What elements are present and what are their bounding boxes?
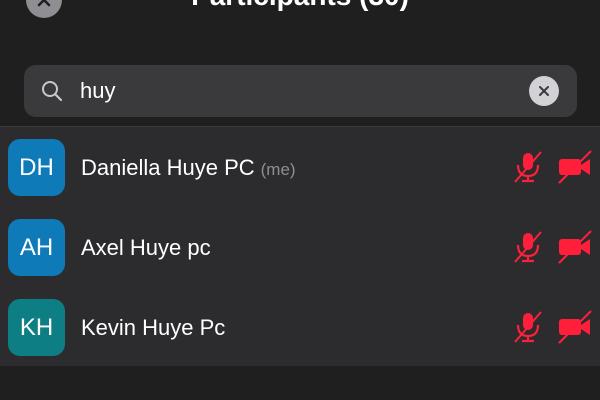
header: Participants (30) <box>0 0 600 50</box>
participant-name-text: Kevin Huye Pc <box>81 315 226 340</box>
search-icon <box>42 81 63 102</box>
participant-list: DH Daniella Huye PC (me) AH Axel Huye pc <box>0 126 600 366</box>
clear-search-button[interactable] <box>529 76 559 106</box>
participant-name: Daniella Huye PC (me) <box>81 155 296 181</box>
participant-row[interactable]: AH Axel Huye pc <box>0 207 600 287</box>
video-off-icon[interactable] <box>556 149 594 185</box>
participant-name-text: Daniella Huye PC <box>81 155 255 180</box>
footer <box>0 366 600 400</box>
mic-muted-icon[interactable] <box>510 229 546 265</box>
search-box[interactable] <box>24 65 577 117</box>
video-off-icon[interactable] <box>556 229 594 265</box>
mic-muted-icon[interactable] <box>510 149 546 185</box>
participant-row[interactable]: KH Kevin Huye Pc <box>0 287 600 367</box>
me-tag: (me) <box>260 160 296 179</box>
avatar: DH <box>8 139 65 196</box>
avatar: AH <box>8 219 65 276</box>
search-input[interactable] <box>80 73 520 109</box>
avatar: KH <box>8 299 65 356</box>
clear-icon <box>539 86 549 96</box>
participant-row[interactable]: DH Daniella Huye PC (me) <box>0 127 600 207</box>
participant-name: Axel Huye pc <box>81 235 211 261</box>
page-title: Participants (30) <box>0 0 600 12</box>
participant-name-text: Axel Huye pc <box>81 235 211 260</box>
search-bar <box>0 50 600 126</box>
participant-name: Kevin Huye Pc <box>81 315 225 341</box>
video-off-icon[interactable] <box>556 309 594 345</box>
mic-muted-icon[interactable] <box>510 309 546 345</box>
